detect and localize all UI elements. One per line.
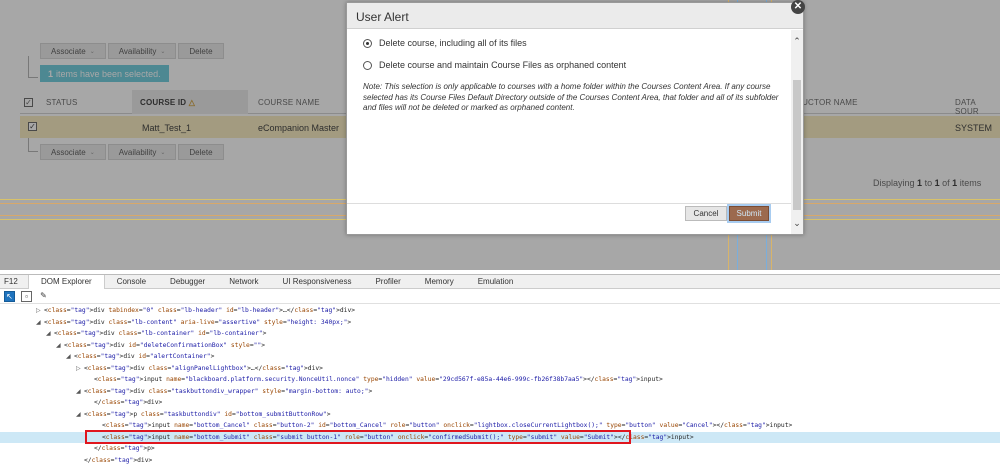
user-alert-dialog: User Alert Delete course, including all …	[346, 2, 804, 235]
dom-node-code: <class="tag">input name="blackboard.plat…	[94, 376, 663, 383]
dom-node[interactable]: ◢ <class="tag">div class="lb-container" i…	[0, 328, 1000, 340]
collapse-icon[interactable]: ◢	[76, 386, 84, 398]
tab-console[interactable]: Console	[105, 275, 158, 289]
dom-node-code: <class="tag">div class="taskbuttondiv_wr…	[84, 387, 373, 395]
dom-node[interactable]: <class="tag">input name="blackboard.plat…	[0, 374, 1000, 386]
dom-node-code: <class="tag">div id="deleteConfirmationB…	[64, 341, 266, 349]
dom-node[interactable]: ◢ <class="tag">div id="deleteConfirmation…	[0, 340, 1000, 352]
devtools-toolbar: ↖ ▫ ✎	[0, 289, 1000, 304]
dom-node[interactable]: ◢ <class="tag">div id="alertContainer">	[0, 351, 1000, 363]
dom-node-code: <class="tag">div tabindex="0" class="lb-…	[44, 307, 356, 314]
f12-label: F12	[4, 277, 18, 286]
dialog-scrollbar[interactable]: ⌃ ⌄	[791, 30, 803, 234]
tab-emulation[interactable]: Emulation	[466, 275, 526, 289]
dom-node-code: </class="tag">div>	[94, 399, 163, 406]
dialog-footer: Cancel Submit	[347, 203, 791, 223]
tab-dom-explorer[interactable]: DOM Explorer	[28, 274, 105, 289]
dialog-title: User Alert	[347, 3, 803, 29]
expand-icon[interactable]: ▷	[76, 363, 84, 375]
collapse-icon[interactable]: ◢	[36, 317, 44, 329]
collapse-icon[interactable]: ◢	[46, 328, 54, 340]
pen-icon[interactable]: ✎	[38, 291, 49, 302]
box-model-icon[interactable]: ▫	[21, 290, 32, 302]
option-delete-all[interactable]: Delete course, including all of its file…	[363, 36, 791, 50]
tab-memory[interactable]: Memory	[413, 275, 466, 289]
collapse-icon[interactable]: ◢	[56, 340, 64, 352]
dom-node[interactable]: </class="tag">p>	[0, 443, 1000, 455]
dom-node-code: <class="tag">div class="alignPanelLightb…	[84, 364, 323, 372]
dom-node[interactable]: ◢ <class="tag">div class="taskbuttondiv_w…	[0, 386, 1000, 398]
dom-node-code: <class="tag">div class="lb-content" aria…	[44, 318, 352, 326]
highlight-annotation-box	[85, 430, 631, 444]
close-icon[interactable]: ✕	[791, 0, 805, 14]
cancel-button[interactable]: Cancel	[685, 206, 727, 221]
dom-node-code: <class="tag">input name="bottom_Cancel" …	[102, 422, 793, 429]
dom-node-code: </class="tag">div>	[84, 456, 153, 464]
dom-node[interactable]: ◢ <class="tag">p class="taskbuttondiv" id…	[0, 409, 1000, 421]
dom-node[interactable]: ▷ <class="tag">div class="alignPanelLight…	[0, 363, 1000, 375]
tab-ui-responsiveness[interactable]: UI Responsiveness	[271, 275, 364, 289]
tab-network[interactable]: Network	[217, 275, 270, 289]
scroll-down-icon[interactable]: ⌄	[791, 218, 803, 229]
scroll-thumb[interactable]	[793, 80, 801, 210]
expand-icon[interactable]: ▷	[36, 305, 44, 317]
tab-debugger[interactable]: Debugger	[158, 275, 217, 289]
dom-node[interactable]: </class="tag">div>	[0, 397, 1000, 409]
dom-node-code: <class="tag">div class="lb-container" id…	[54, 330, 267, 337]
dom-node[interactable]: </class="tag">div>	[0, 455, 1000, 466]
dom-node-code: <class="tag">div id="alertContainer">	[74, 353, 215, 360]
dom-node-code: <class="tag">p class="taskbuttondiv" id=…	[84, 410, 331, 418]
option-keep-orphaned[interactable]: Delete course and maintain Course Files …	[363, 58, 791, 72]
dom-node[interactable]: ◢ <class="tag">div class="lb-content" ari…	[0, 317, 1000, 329]
collapse-icon[interactable]: ◢	[66, 351, 74, 363]
dom-node-code: </class="tag">p>	[94, 445, 155, 452]
collapse-icon[interactable]: ◢	[76, 409, 84, 421]
scroll-up-icon[interactable]: ⌃	[791, 36, 803, 47]
submit-button[interactable]: Submit	[727, 204, 771, 223]
dom-node[interactable]: ▷ <class="tag">div tabindex="0" class="lb…	[0, 305, 1000, 317]
devtools-tab-bar: F12 DOM Explorer Console Debugger Networ…	[0, 274, 1000, 289]
select-element-icon[interactable]: ↖	[4, 290, 15, 302]
dialog-note: Note: This selection is only applicable …	[363, 82, 779, 112]
dialog-body: Delete course, including all of its file…	[347, 30, 791, 205]
radio-unselected-icon[interactable]	[363, 60, 372, 70]
tab-profiler[interactable]: Profiler	[363, 275, 412, 289]
radio-selected-icon[interactable]	[363, 38, 372, 48]
